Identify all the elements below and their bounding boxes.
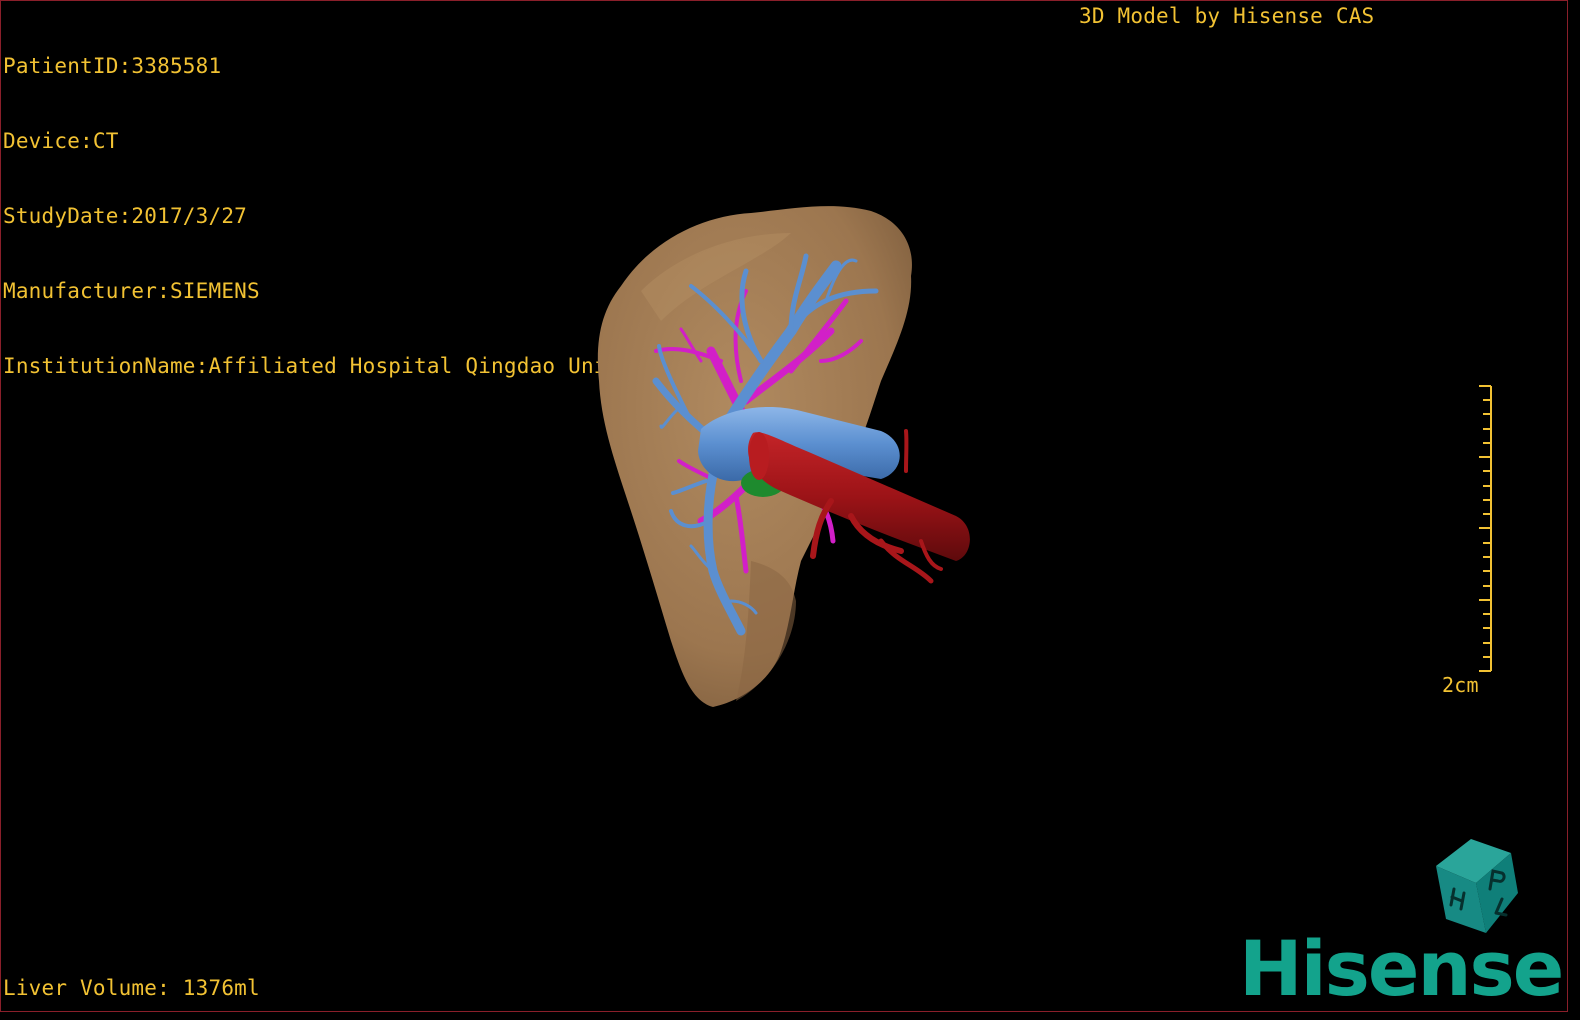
hisense-logo: Hisense: [1239, 924, 1564, 1012]
liver-volume-text: Liver Volume: 1376ml: [3, 976, 260, 1000]
3d-viewport[interactable]: PatientID:3385581 Device:CT StudyDate:20…: [0, 0, 1568, 1012]
scale-bar: [1479, 385, 1492, 672]
vena-cava-end: [749, 432, 769, 480]
scale-bar-label: 2cm: [1442, 673, 1479, 697]
liver-3d-model[interactable]: [1, 1, 1567, 1011]
